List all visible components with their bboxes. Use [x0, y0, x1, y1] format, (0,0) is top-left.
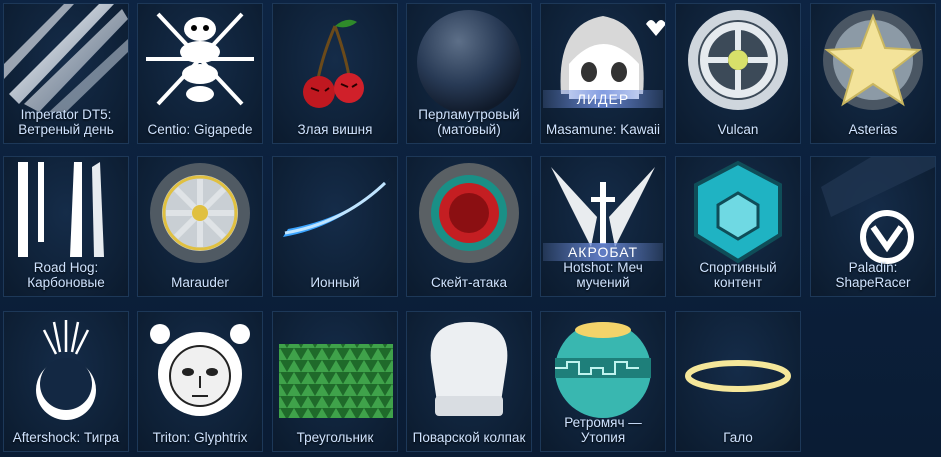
inventory-grid: Imperator DT5: Ветреный день Centio: Gig… [0, 0, 941, 457]
marauder-wheel-icon [150, 163, 250, 263]
inventory-item-skate-attack[interactable]: Скейт-атака [406, 156, 532, 297]
glyph-face-decal-icon [150, 324, 250, 416]
item-label: Triton: Glyphtrix [152, 430, 248, 445]
star-wheel-icon [823, 10, 923, 110]
item-badge: ЛИДЕР [543, 90, 663, 108]
inventory-item-paladin[interactable]: Paladin: ShapeRacer [810, 156, 936, 297]
inventory-item-centio-gigapede[interactable]: Centio: Gigapede [137, 3, 263, 144]
item-label: Перламутровый (матовый) [418, 107, 520, 137]
inventory-item-chef-hat[interactable]: Поварской колпак [406, 311, 532, 452]
centipede-decal-icon [146, 12, 254, 106]
item-label: Masamune: Kawaii [545, 122, 661, 137]
item-label: Asterias [848, 122, 898, 137]
inventory-item-road-hog[interactable]: Road Hog: Карбоновые [3, 156, 129, 297]
inventory-item-halo[interactable]: Гало [675, 311, 801, 452]
inventory-item-triangle[interactable]: Треугольник [272, 311, 398, 452]
item-label: Скейт-атака [431, 275, 507, 290]
item-label: Поварской колпак [412, 430, 526, 445]
skate-attack-wheel-icon [419, 163, 519, 263]
inventory-item-asterias[interactable]: Asterias [810, 3, 936, 144]
pearl-matte-paint-ball-icon [417, 10, 521, 114]
inventory-item-ion[interactable]: Ионный [272, 156, 398, 297]
sport-ball-icon [694, 160, 782, 264]
inventory-item-masamune-kawaii[interactable]: ЛИДЕР Masamune: Kawaii [540, 3, 666, 144]
triangle-pattern-icon [279, 344, 393, 418]
item-label: Road Hog: Карбоновые [27, 260, 105, 290]
item-label: Vulcan [717, 122, 759, 137]
chef-hat-topper-icon [430, 322, 508, 416]
inventory-item-vulcan[interactable]: Vulcan [675, 3, 801, 144]
inventory-item-triton[interactable]: Triton: Glyphtrix [137, 311, 263, 452]
inventory-item-sport-content[interactable]: Спортивный контент [675, 156, 801, 297]
shaperacer-decal-icon [821, 157, 935, 264]
inventory-item-aftershock[interactable]: Aftershock: Тигра [3, 311, 129, 452]
item-label: Hotshot: Меч мучений [563, 260, 643, 290]
halo-topper-icon [685, 360, 791, 392]
inventory-item-marauder[interactable]: Marauder [137, 156, 263, 297]
vulcan-wheel-icon [688, 10, 788, 110]
inventory-item-imperator-dt5[interactable]: Imperator DT5: Ветреный день [3, 3, 129, 144]
inventory-item-retro-ball[interactable]: Ретромяч — Утопия [540, 311, 666, 452]
crescent-decal-icon [36, 320, 96, 420]
item-badge: АКРОБАТ [543, 243, 663, 261]
item-label: Ретромяч — Утопия [564, 415, 642, 445]
angry-cherry-topper-icon [303, 19, 364, 108]
item-label: Centio: Gigapede [147, 122, 253, 137]
item-label: Imperator DT5: Ветреный день [18, 107, 114, 137]
inventory-item-pearl-matte[interactable]: Перламутровый (матовый) [406, 3, 532, 144]
item-label: Marauder [171, 275, 229, 290]
item-label: Треугольник [296, 430, 374, 445]
retro-ball-icon [555, 322, 651, 418]
item-label: Paladin: ShapeRacer [835, 260, 911, 290]
item-label: Aftershock: Тигра [12, 430, 120, 445]
inventory-item-hotshot[interactable]: АКРОБАТ Hotshot: Меч мучений [540, 156, 666, 297]
item-label: Ионный [310, 275, 360, 290]
item-label: Злая вишня [297, 122, 373, 137]
item-label: Гало [723, 430, 753, 445]
inventory-item-angry-cherry[interactable]: Злая вишня [272, 3, 398, 144]
carbon-stripes-decal-icon [18, 162, 104, 257]
ion-boost-trail-icon [283, 177, 391, 237]
windy-stripes-decal-icon [4, 4, 128, 112]
item-label: Спортивный контент [699, 260, 777, 290]
